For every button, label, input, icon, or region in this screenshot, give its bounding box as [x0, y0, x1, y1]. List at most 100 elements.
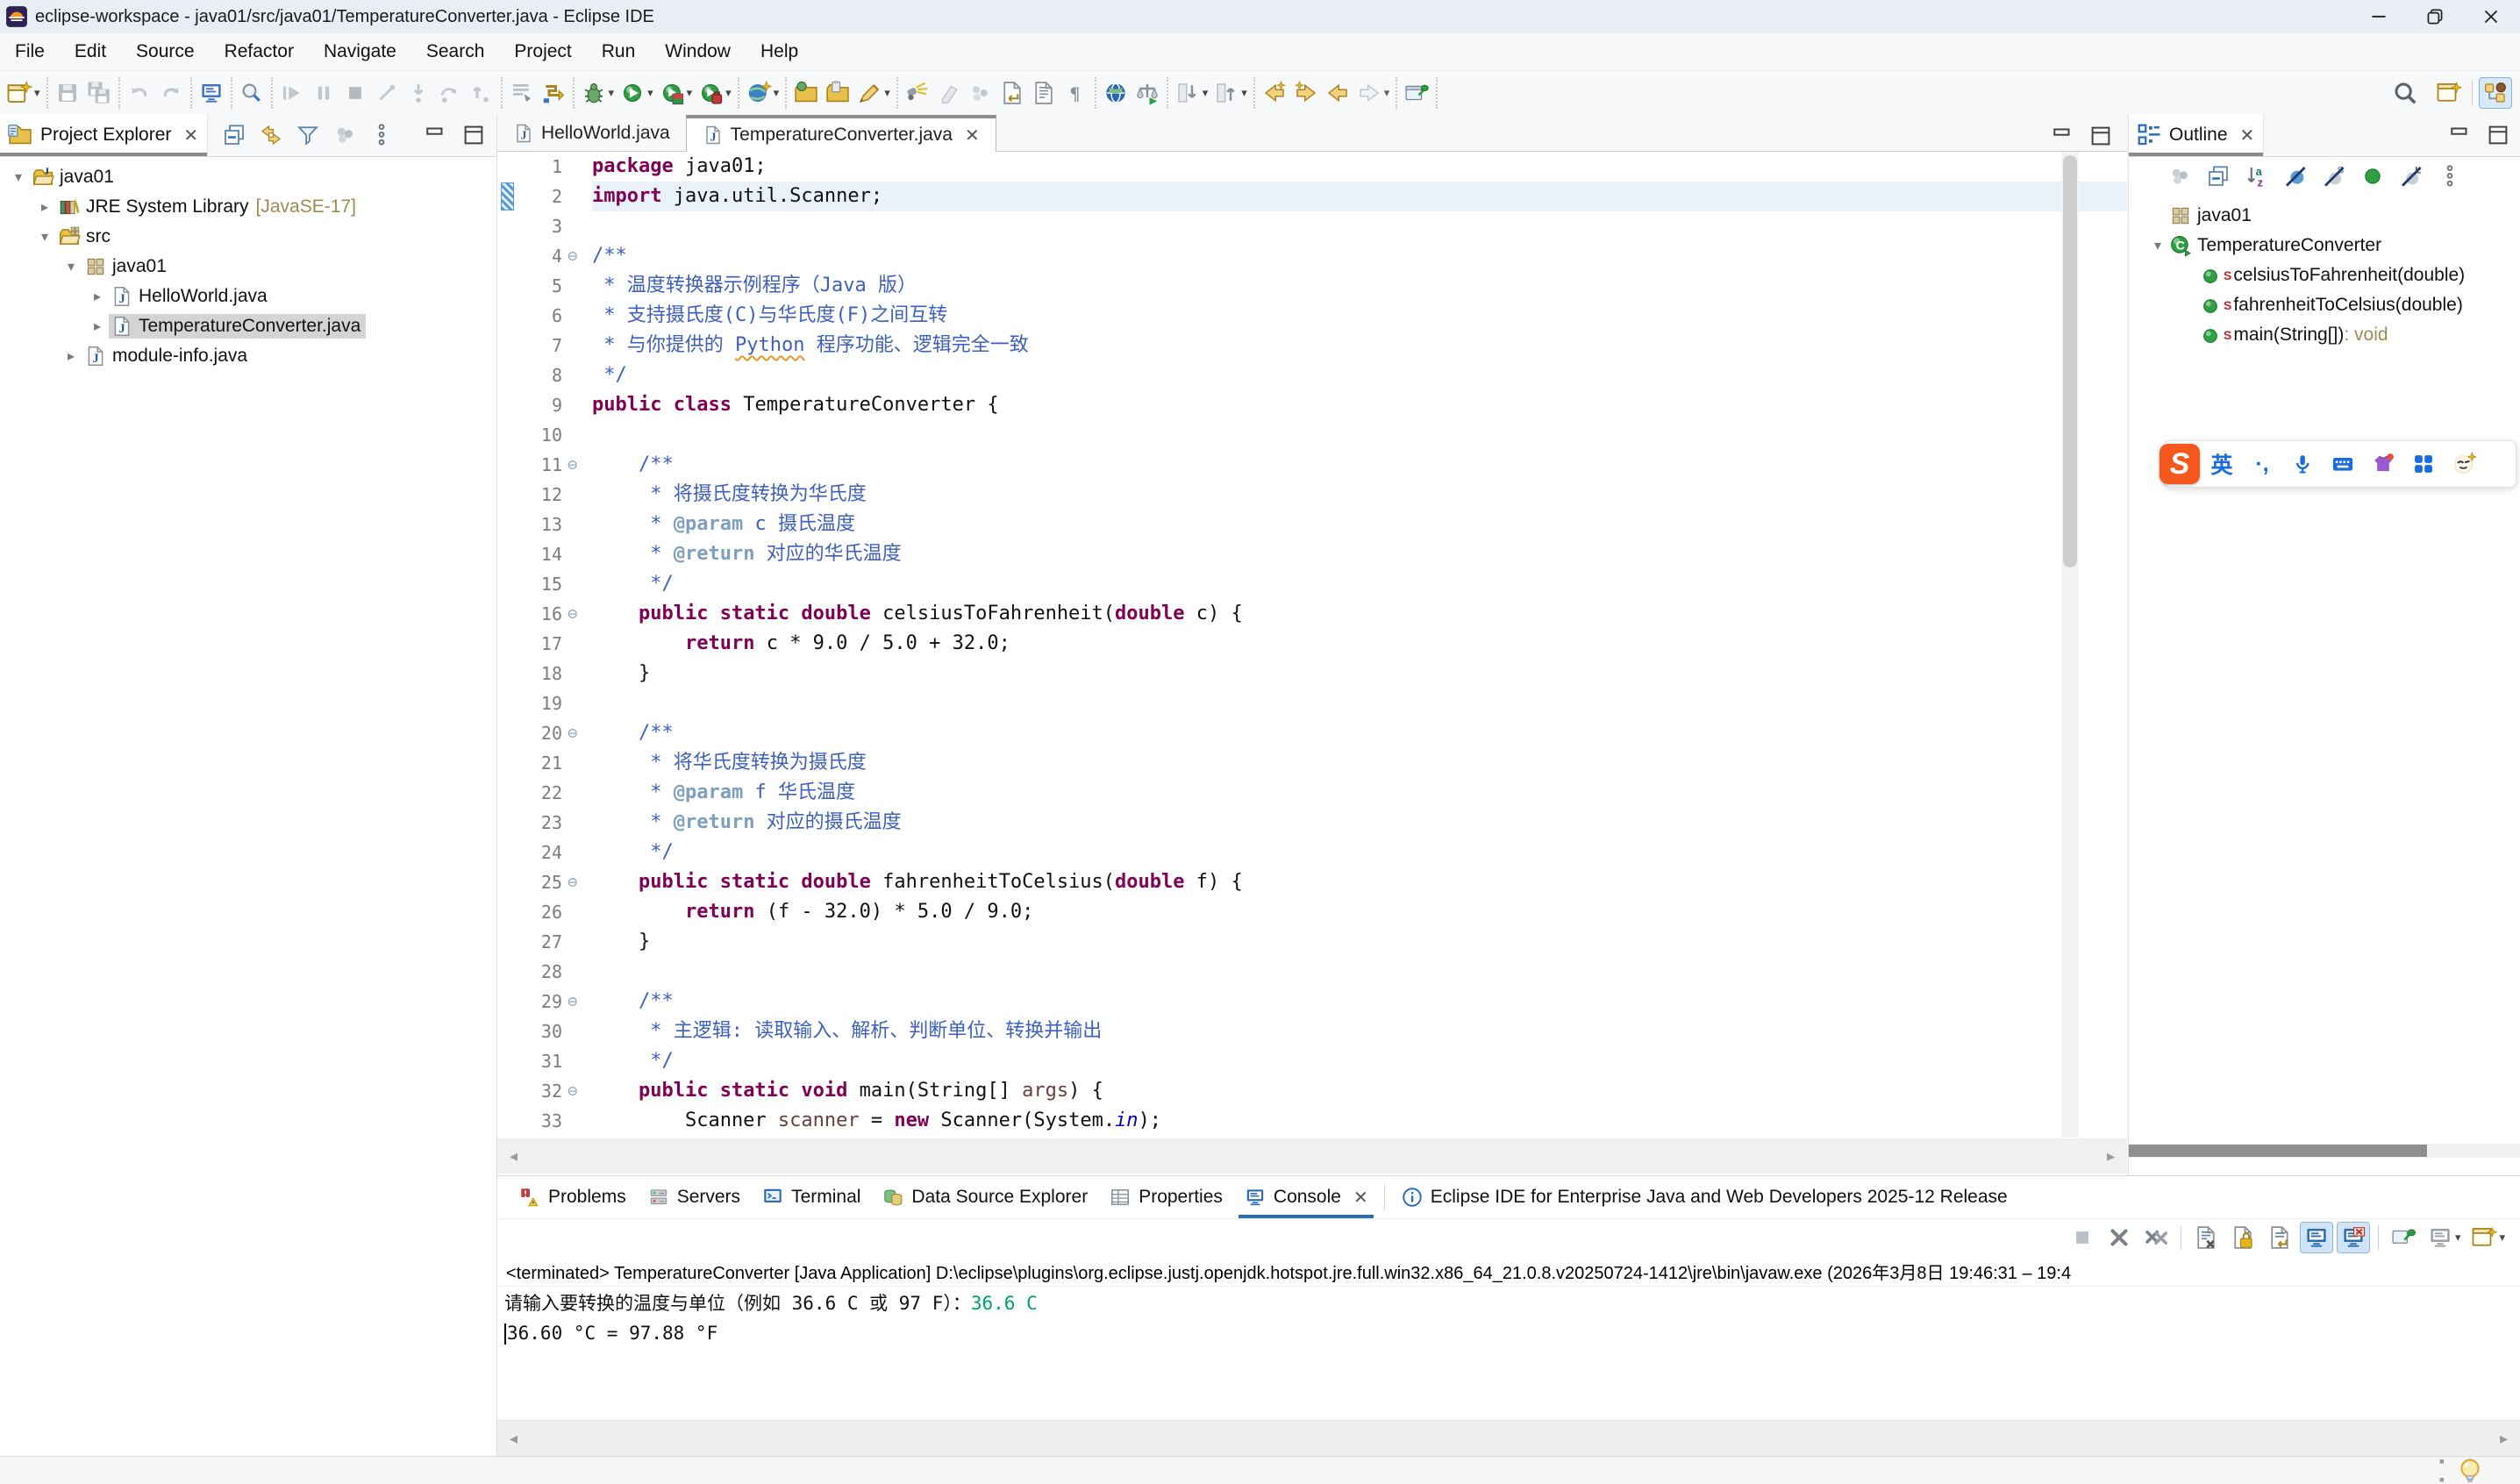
ime-punctuation-toggle[interactable]: ·, [2244, 446, 2281, 482]
build-all-button[interactable] [506, 78, 538, 108]
ime-english-toggle[interactable]: 英 [2203, 446, 2240, 482]
code-text[interactable]: */ [592, 838, 2127, 867]
ime-microphone-button[interactable] [2284, 446, 2321, 482]
dropdown-arrow-icon[interactable]: ▾ [647, 86, 653, 100]
code-line-1[interactable]: 1package java01; [497, 152, 2127, 182]
close-button[interactable] [2464, 0, 2520, 33]
code-line-4[interactable]: 4⊖/** [497, 241, 2127, 271]
show-stdout-button[interactable] [2301, 1223, 2332, 1252]
lightbulb-tip-icon[interactable] [2455, 1456, 2485, 1484]
code-text[interactable]: public static double celsiusToFahrenheit… [592, 599, 2127, 629]
last-edit-location-button[interactable] [1259, 78, 1290, 108]
collapse-all-button[interactable] [218, 120, 250, 150]
dropdown-arrow-icon[interactable]: ▾ [1203, 86, 1209, 100]
ime-emoji-button[interactable] [2445, 446, 2482, 482]
code-line-9[interactable]: 9public class TemperatureConverter { [497, 390, 2127, 420]
dropdown-arrow-icon[interactable]: ▾ [34, 86, 40, 100]
tree-expander-icon[interactable]: ▸ [86, 317, 109, 335]
code-line-15[interactable]: 15 */ [497, 569, 2127, 599]
code-line-8[interactable]: 8 */ [497, 360, 2127, 390]
tree-item-body[interactable]: java01 [82, 254, 172, 279]
scroll-right-arrow-icon[interactable]: ▸ [2107, 1147, 2115, 1166]
code-line-11[interactable]: 11⊖ /** [497, 450, 2127, 480]
tree-expander-icon[interactable]: ▾ [7, 168, 30, 186]
tab-close-icon[interactable]: ✕ [1353, 1187, 1368, 1209]
focus-gray-button[interactable] [2164, 161, 2195, 191]
word-wrap-button[interactable] [2264, 1223, 2295, 1252]
selected-tree-item[interactable]: JTemperatureConverter.java [109, 314, 366, 339]
code-line-5[interactable]: 5 * 温度转换器示例程序（Java 版） [497, 271, 2127, 301]
code-text[interactable]: * @param f 华氏温度 [592, 778, 2127, 808]
view-max-button[interactable] [2482, 120, 2514, 150]
search-big-button[interactable] [2389, 78, 2421, 108]
code-text[interactable]: */ [592, 569, 2127, 599]
terminate-button[interactable] [339, 78, 371, 108]
display-console-button[interactable]: ▾ [2424, 1223, 2464, 1252]
prev-annotation-button[interactable]: ▾ [1210, 78, 1250, 108]
export-folder-button[interactable] [822, 78, 853, 108]
code-line-28[interactable]: 28 [497, 957, 2127, 987]
code-line-19[interactable]: 19 [497, 688, 2127, 718]
code-text[interactable]: * 支持摄氏度(C)与华氏度(F)之间互转 [592, 301, 2127, 331]
code-text[interactable]: import java.util.Scanner; [592, 182, 2127, 211]
redo-button[interactable] [155, 78, 187, 108]
show-doc-button[interactable] [1028, 78, 1060, 108]
open-type-button[interactable] [902, 78, 933, 108]
launch-config-button[interactable] [538, 78, 569, 108]
disconnect-button[interactable] [371, 78, 403, 108]
code-text[interactable]: public static double fahrenheitToCelsius… [592, 867, 2127, 897]
code-line-13[interactable]: 13 * @param c 摄氏温度 [497, 510, 2127, 539]
view-min-button[interactable] [419, 120, 451, 150]
code-text[interactable] [592, 420, 2127, 450]
code-line-30[interactable]: 30 * 主逻辑: 读取输入、解析、判断单位、转换并输出 [497, 1017, 2127, 1046]
clear-console-button[interactable] [2190, 1223, 2222, 1252]
project-explorer-view-tab[interactable]: Project Explorer ✕ [0, 114, 208, 156]
code-text[interactable]: * 主逻辑: 读取输入、解析、判断单位、转换并输出 [592, 1017, 2127, 1046]
code-line-14[interactable]: 14 * @return 对应的华氏温度 [497, 539, 2127, 569]
suspend-button[interactable] [308, 78, 339, 108]
pin-console-button[interactable] [2388, 1223, 2419, 1252]
scroll-right-arrow-icon[interactable]: ▸ [2500, 1430, 2508, 1448]
tree-item-jre-system-library[interactable]: ▸JRE System Library[JavaSE-17] [0, 192, 496, 222]
code-line-12[interactable]: 12 * 将摄氏度转换为华氏度 [497, 480, 2127, 510]
scrollbar-thumb[interactable] [2063, 155, 2077, 567]
filter-button[interactable] [292, 120, 324, 150]
outline-item-celsiustofahrenheit-double-[interactable]: ScelsiusToFahrenheit(double) [2129, 260, 2520, 290]
code-line-24[interactable]: 24 */ [497, 838, 2127, 867]
code-line-26[interactable]: 26 return (f - 32.0) * 5.0 / 9.0; [497, 897, 2127, 927]
console-output[interactable]: 请输入要转换的温度与单位（例如 36.6 C 或 97 F）：36.6 C36.… [497, 1287, 2520, 1420]
code-text[interactable]: } [592, 659, 2127, 688]
tree-expander-icon[interactable]: ▸ [33, 198, 56, 216]
menu-edit[interactable]: Edit [60, 41, 121, 62]
code-line-29[interactable]: 29⊖ /** [497, 987, 2127, 1017]
menu-window[interactable]: Window [650, 41, 746, 62]
new-web-service-button[interactable]: ▾ [743, 78, 782, 108]
code-line-18[interactable]: 18 } [497, 659, 2127, 688]
menu-search[interactable]: Search [411, 41, 500, 62]
view-tab-eclipse-info[interactable]: Eclipse IDE for Enterprise Java and Web … [1390, 1176, 2018, 1218]
hide-static-button[interactable]: S [2318, 161, 2350, 191]
tree-item-src[interactable]: ▾src [0, 222, 496, 252]
project-explorer-close-icon[interactable]: ✕ [183, 125, 198, 146]
tree-expander-icon[interactable]: ▾ [60, 258, 82, 275]
menu-dots-button[interactable] [366, 120, 397, 150]
code-line-3[interactable]: 3 [497, 211, 2127, 241]
code-text[interactable]: return c * 9.0 / 5.0 + 32.0; [592, 629, 2127, 659]
undo-button[interactable] [124, 78, 155, 108]
hide-fields-button[interactable] [2280, 161, 2311, 191]
open-element-button[interactable] [196, 78, 227, 108]
tree-expander-icon[interactable]: ▾ [2146, 237, 2169, 254]
code-text[interactable]: package java01; [592, 152, 2127, 182]
step-return-button[interactable] [466, 78, 497, 108]
view-min-button[interactable] [2444, 120, 2475, 150]
code-line-27[interactable]: 27 } [497, 927, 2127, 957]
javaee-perspective-button[interactable] [2480, 78, 2511, 108]
import-folder-button[interactable] [790, 78, 822, 108]
remove-launch-button[interactable] [2103, 1223, 2135, 1252]
dropdown-arrow-icon[interactable]: ▾ [884, 86, 890, 100]
hide-nonpublic-button[interactable] [2357, 161, 2388, 191]
run-button[interactable]: ▾ [617, 78, 656, 108]
code-line-7[interactable]: 7 * 与你提供的 Python 程序功能、逻辑完全一致 [497, 331, 2127, 360]
code-text[interactable]: /** [592, 241, 2127, 271]
code-text[interactable]: * @return 对应的华氏温度 [592, 539, 2127, 569]
